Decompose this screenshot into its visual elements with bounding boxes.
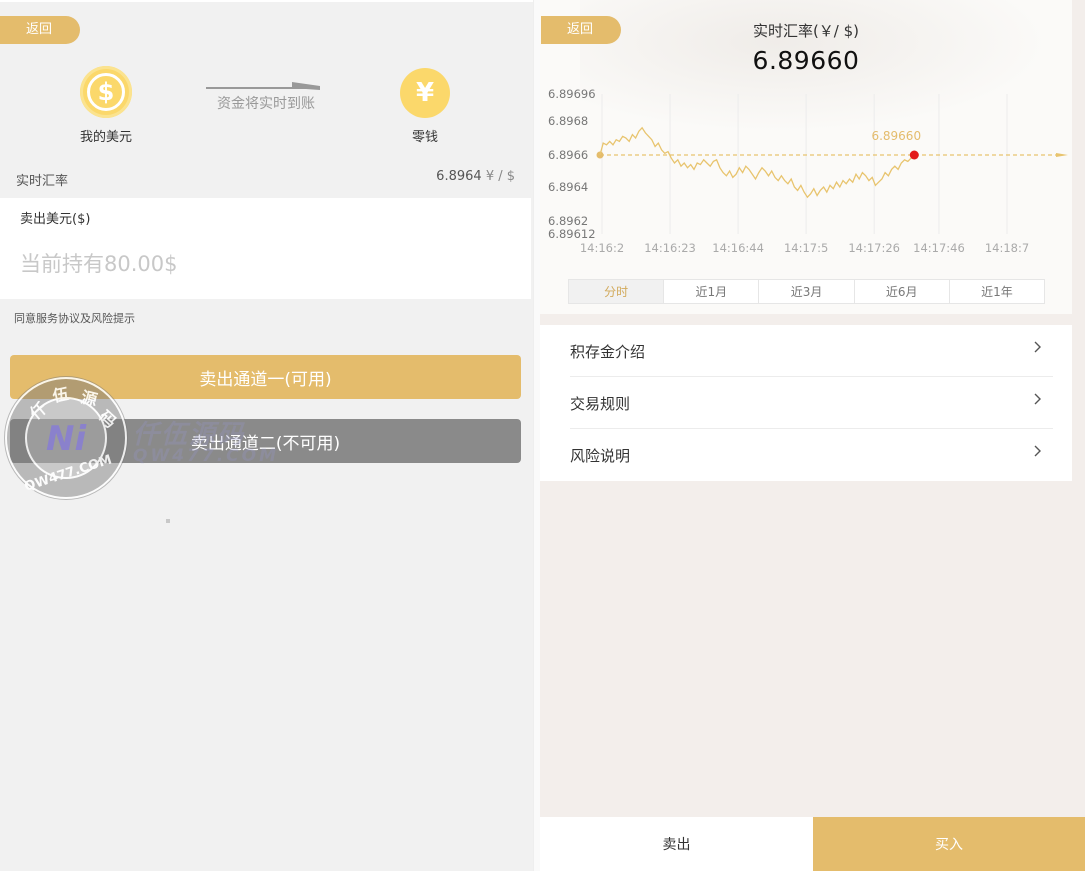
back-button[interactable]: 返回 — [0, 16, 80, 44]
trade-bar: 卖出 买入 — [540, 817, 1085, 871]
x-tick-label: 14:16:44 — [712, 241, 764, 255]
range-tab-0[interactable]: 分时 — [569, 280, 665, 303]
dollar-coin-icon: $ — [80, 66, 132, 118]
usd-label: 我的美元 — [79, 130, 132, 145]
range-tabs: 分时 近1月 近3月 近6月 近1年 — [568, 279, 1045, 304]
loading-dot — [166, 519, 170, 523]
y-tick-label: 6.89612 — [548, 227, 596, 241]
x-tick-label: 14:18:7 — [985, 241, 1029, 255]
x-tick-label: 14:16:23 — [644, 241, 696, 255]
range-tab-4[interactable]: 近1年 — [950, 280, 1044, 303]
reference-arrow — [1056, 153, 1068, 157]
panel-divider — [533, 0, 540, 871]
menu-item-label: 交易规则 — [570, 395, 631, 413]
rate-label: 实时汇率 — [16, 174, 69, 189]
chevron-right-icon — [1034, 341, 1041, 353]
rate-value: 6.8964 ¥ / $ — [436, 169, 515, 184]
range-tab-1[interactable]: 近1月 — [664, 280, 760, 303]
rate-number: 6.8964 — [436, 169, 482, 184]
exchange-rate-row: 实时汇率 6.8964 ¥ / $ — [0, 166, 533, 196]
y-tick-label: 6.8966 — [548, 148, 588, 162]
cash-label: 零钱 — [411, 130, 438, 145]
y-tick-label: 6.8962 — [548, 214, 588, 228]
sell-panel: 返回 $ 我的美元 资金将实时到账 ¥ 零钱 实时汇率 6.8964 ¥ / $… — [0, 0, 533, 871]
rate-panel: 返回 实时汇率(￥/ $) 6.89660 6.89696 6.8968 6.896… — [540, 0, 1085, 871]
range-tab-2[interactable]: 近3月 — [759, 280, 855, 303]
x-tick-label: 14:16:2 — [580, 241, 624, 255]
transfer-arrow-icon — [206, 82, 320, 90]
y-tick-label: 6.8968 — [548, 114, 588, 128]
yen-coin-icon: ¥ — [400, 68, 450, 118]
menu-item-0[interactable]: 积存金介绍 — [570, 325, 1053, 377]
current-point-label: 6.89660 — [871, 129, 921, 143]
rate-series-line — [599, 126, 915, 199]
sell-amount-box: 卖出美元($) — [0, 198, 531, 299]
menu-item-2[interactable]: 风险说明 — [570, 429, 1053, 481]
current-point — [909, 150, 919, 160]
x-tick-label: 14:17:26 — [848, 241, 900, 255]
buy-button[interactable]: 买入 — [813, 817, 1085, 871]
watermark-site-sub: QW477.COM — [133, 446, 279, 466]
rate-unit: ¥ / $ — [485, 169, 515, 184]
rate-line-chart[interactable]: 6.896966.89686.89666.89646.89626.8961214… — [540, 80, 1072, 265]
watermark-logo: Ni — [46, 419, 87, 459]
menu-item-label: 积存金介绍 — [570, 343, 646, 361]
current-price: 6.89660 — [752, 46, 860, 75]
chevron-right-icon — [1034, 445, 1041, 457]
transfer-notice: 资金将实时到账 — [217, 96, 315, 112]
chart-area: 返回 实时汇率(￥/ $) 6.89660 6.89696 6.8968 6.896… — [540, 0, 1072, 314]
chart-title: 实时汇率(￥/ $) — [752, 22, 860, 40]
sell-button[interactable]: 卖出 — [540, 817, 813, 871]
menu-item-1[interactable]: 交易规则 — [570, 377, 1053, 429]
range-tab-3[interactable]: 近6月 — [855, 280, 950, 303]
x-tick-label: 14:17:5 — [784, 241, 828, 255]
menu-item-label: 风险说明 — [570, 447, 631, 465]
watermark-seal-icon: 仟 伍 源 码 Ni QW477.COM — [4, 376, 128, 500]
y-tick-label: 6.8964 — [548, 180, 588, 194]
y-tick-label: 6.89696 — [548, 87, 596, 101]
chevron-right-icon — [1034, 393, 1041, 405]
x-tick-label: 14:17:46 — [913, 241, 965, 255]
info-menu: 积存金介绍交易规则风险说明 — [540, 325, 1072, 481]
agreement-link[interactable]: 同意服务协议及风险提示 — [14, 310, 135, 326]
sell-amount-input[interactable] — [20, 246, 500, 282]
sell-amount-label: 卖出美元($) — [20, 212, 91, 227]
